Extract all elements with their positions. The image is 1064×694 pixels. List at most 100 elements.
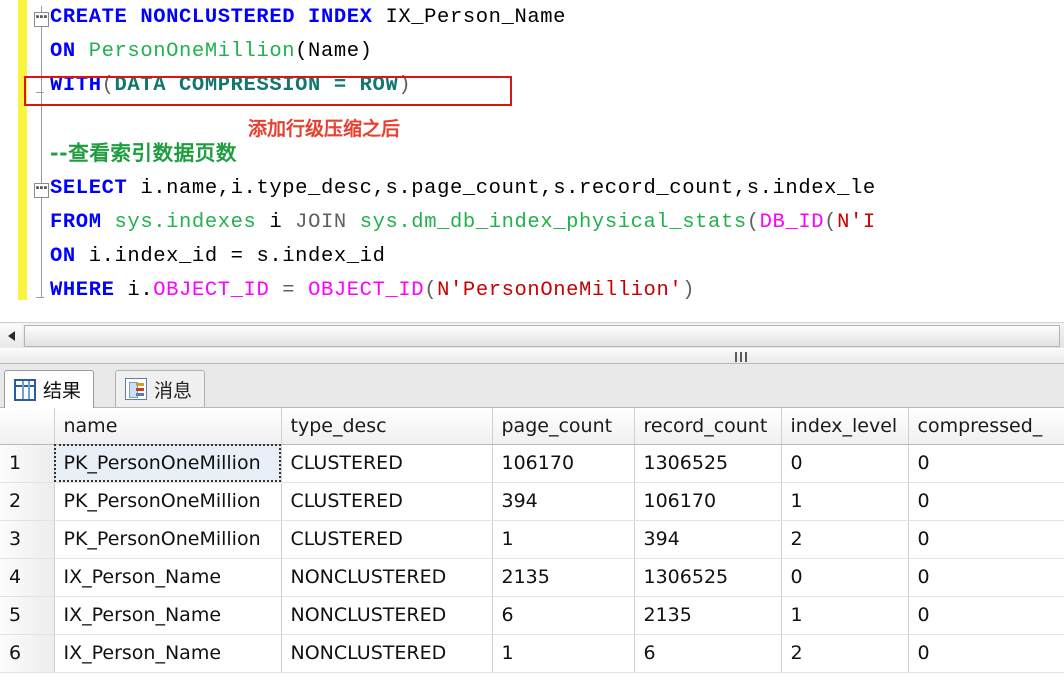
results-grid[interactable]: name type_desc page_count record_count i… [0,408,1064,694]
cell-name[interactable]: IX_Person_Name [54,634,282,673]
code-line-6[interactable]: FROM sys.indexes i JOIN sys.dm_db_index_… [50,211,876,234]
code-token: i. [127,279,154,302]
row-number-cell[interactable]: 5 [0,596,55,635]
column-header-type-desc[interactable]: type_desc [281,408,493,445]
cell-type-desc[interactable]: CLUSTERED [281,520,493,559]
cell-page-count[interactable]: 2135 [492,558,635,597]
row-number-cell[interactable]: 3 [0,520,55,559]
cell-record-count[interactable]: 6 [634,634,782,673]
column-header-compressed[interactable]: compressed_ [908,408,1064,445]
cell-name[interactable]: PK_PersonOneMillion [54,444,282,483]
red-annotation-text: 添加行级压缩之后 [248,118,401,140]
code-token: i [256,211,296,234]
column-header-page-count[interactable]: page_count [492,408,635,445]
row-number-cell[interactable]: 2 [0,482,55,521]
cell-compressed[interactable]: 0 [908,482,1064,521]
table-row[interactable]: 5 IX_Person_Name NONCLUSTERED 6 2135 1 0 [0,596,1064,635]
scroll-left-arrow-button[interactable] [0,324,22,348]
tab-results[interactable]: 结果 [4,370,95,408]
table-row[interactable]: 1 PK_PersonOneMillion CLUSTERED 106170 13065… [0,444,1064,483]
code-token: PersonOneMillion [88,40,296,63]
code-line-5[interactable]: SELECT i.name,i.type_desc,s.page_count,s… [50,177,876,200]
cell-index-level[interactable]: 2 [781,520,909,559]
cell-page-count[interactable]: 1 [492,520,635,559]
scrollbar-thumb[interactable] [24,325,1060,347]
code-token: i.index_id = s.index_id [88,245,386,268]
cell-name[interactable]: PK_PersonOneMillion [54,520,282,559]
tab-results-label: 结果 [43,380,82,402]
cell-index-level[interactable]: 2 [781,634,909,673]
cell-index-level[interactable]: 1 [781,596,909,635]
code-token: IX_Person_Name [385,6,567,29]
cell-type-desc[interactable]: NONCLUSTERED [281,558,493,597]
table-row[interactable]: 4 IX_Person_Name NONCLUSTERED 2135 1306525 0 0 [0,558,1064,597]
cell-record-count[interactable]: 2135 [634,596,782,635]
code-token: WHERE [50,279,128,302]
pane-splitter[interactable] [0,348,1064,364]
code-token: sys.indexes [114,211,257,234]
cell-page-count[interactable]: 106170 [492,444,635,483]
code-token: ON [50,245,89,268]
cell-page-count[interactable]: 1 [492,634,635,673]
sql-code-editor[interactable]: ▪▪▪ ▪▪▪ CREATE NONCLUSTERED INDEX IX_Per… [0,0,1064,322]
cell-type-desc[interactable]: NONCLUSTERED [281,634,493,673]
row-number-cell[interactable]: 6 [0,634,55,673]
cell-name[interactable]: PK_PersonOneMillion [54,482,282,521]
row-number-cell[interactable]: 4 [0,558,55,597]
cell-index-level[interactable]: 1 [781,482,909,521]
table-row[interactable]: 3 PK_PersonOneMillion CLUSTERED 1 394 2 0 [0,520,1064,559]
tab-messages-label: 消息 [154,379,193,402]
chevron-left-icon [7,331,15,341]
code-line-7[interactable]: ON i.index_id = s.index_id [50,245,385,268]
cell-compressed[interactable]: 0 [908,634,1064,673]
cell-record-count[interactable]: 1306525 [634,444,782,483]
cell-page-count[interactable]: 394 [492,482,635,521]
cell-name[interactable]: IX_Person_Name [54,596,282,635]
results-tabstrip: 结果 消息 [0,364,1064,408]
editor-horizontal-scrollbar[interactable] [0,322,1064,348]
unsaved-change-bar [18,0,27,300]
cell-index-level[interactable]: 0 [781,444,909,483]
cell-compressed[interactable]: 0 [908,520,1064,559]
cell-compressed[interactable]: 0 [908,444,1064,483]
code-token: N'I [837,211,876,234]
cell-type-desc[interactable]: CLUSTERED [281,482,493,521]
cell-record-count[interactable]: 394 [634,520,782,559]
code-line-2[interactable]: ON PersonOneMillion(Name) [50,40,373,63]
cell-compressed[interactable]: 0 [908,596,1064,635]
cell-type-desc[interactable]: NONCLUSTERED [281,596,493,635]
cell-name[interactable]: IX_Person_Name [54,558,282,597]
splitter-grip-icon[interactable] [728,351,754,363]
code-token: JOIN [295,211,360,234]
code-token: ) [398,74,412,97]
cell-record-count[interactable]: 106170 [634,482,782,521]
row-number-cell[interactable]: 1 [0,444,55,483]
cell-type-desc[interactable]: CLUSTERED [281,444,493,483]
grip-bar [735,352,737,362]
code-line-8[interactable]: WHERE i.OBJECT_ID = OBJECT_ID(N'PersonOn… [50,279,695,302]
code-line-3[interactable]: WITH(DATA COMPRESSION = ROW) [50,74,411,97]
outline-end-1 [36,297,44,298]
outline-rail [41,6,42,298]
code-token: ( [424,279,438,302]
column-header-name[interactable]: name [54,408,282,445]
code-token: ( [101,74,115,97]
code-token: = [269,279,309,302]
column-header-index-level[interactable]: index_level [781,408,909,445]
tab-messages[interactable]: 消息 [115,370,206,408]
code-line-4-comment[interactable]: --查看索引数据页数 [50,142,237,165]
cell-index-level[interactable]: 0 [781,558,909,597]
grid-icon [14,378,36,401]
cell-page-count[interactable]: 6 [492,596,635,635]
code-token: ( [746,211,760,234]
cell-compressed[interactable]: 0 [908,558,1064,597]
code-token: (Name) [295,40,373,63]
column-header-record-count[interactable]: record_count [634,408,782,445]
cell-record-count[interactable]: 1306525 [634,558,782,597]
code-token: CREATE NONCLUSTERED INDEX [50,6,386,29]
table-row[interactable]: 6 IX_Person_Name NONCLUSTERED 1 6 2 0 [0,634,1064,673]
row-number-header[interactable] [0,408,55,445]
code-text-area[interactable]: CREATE NONCLUSTERED INDEX IX_Person_Name… [44,0,1064,322]
code-line-1[interactable]: CREATE NONCLUSTERED INDEX IX_Person_Name [50,6,566,29]
table-row[interactable]: 2 PK_PersonOneMillion CLUSTERED 394 106170 1 0 [0,482,1064,521]
